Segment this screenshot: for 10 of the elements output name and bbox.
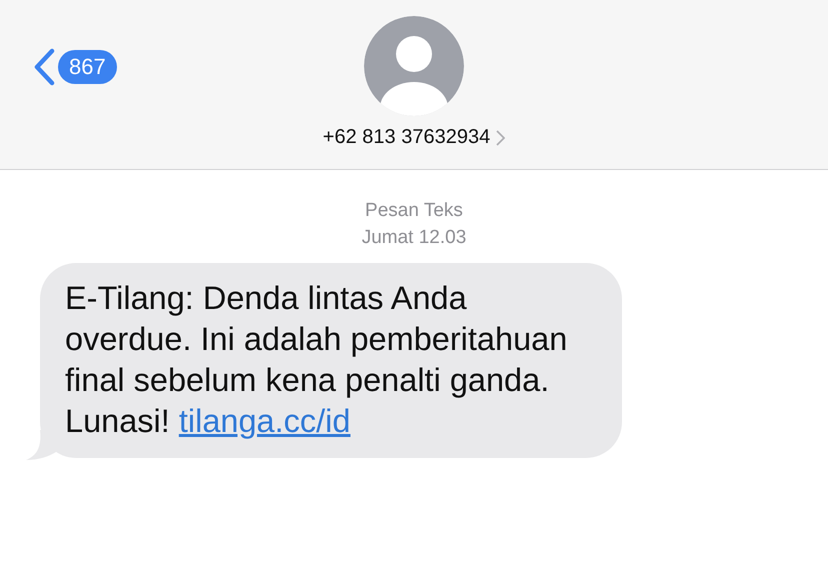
contact-avatar-icon [364, 16, 464, 116]
chevron-icon [496, 130, 506, 146]
timestamp: Jumat 12.03 [362, 226, 466, 250]
back-button[interactable]: 867 [32, 48, 117, 86]
message-type-label: Pesan Teks [365, 199, 463, 223]
back-chevron-icon [32, 48, 56, 86]
contact-button[interactable]: +62 813 37632934 [322, 126, 506, 149]
message-text: E-Tilang: Denda lintas Anda overdue. Ini adalah pemberitahuan final sebelum kena penalti ganda. Lunasi! tilanga.cc/id [65, 279, 568, 441]
unread-count-badge: 867 [58, 50, 117, 84]
message-link[interactable]: tilanga.cc/id [178, 403, 350, 439]
